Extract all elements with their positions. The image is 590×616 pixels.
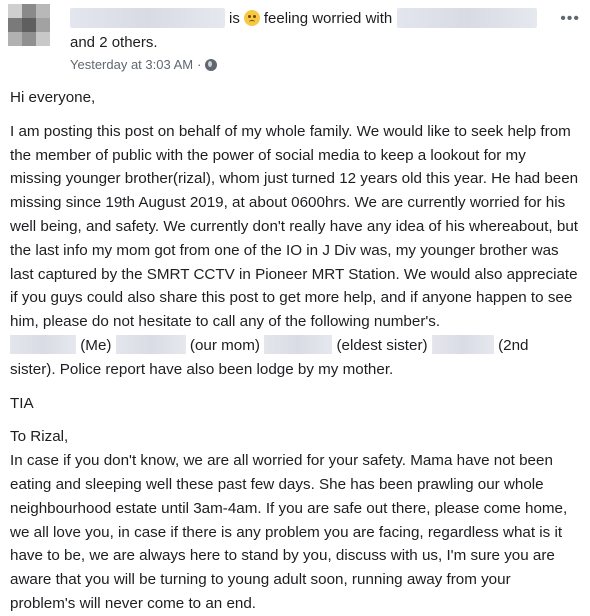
tagged-others[interactable]: and 2 others.	[70, 34, 158, 51]
phone-redacted	[115, 334, 186, 354]
post-meta: Yesterday at 3:03 AM ·	[70, 57, 218, 72]
post-body: Hi everyone, I am posting this post on b…	[10, 86, 580, 616]
worried-face-emoji-icon	[243, 10, 260, 26]
feeling-text: feeling worried with	[263, 9, 393, 27]
phone-redacted	[264, 334, 333, 354]
separator: ·	[197, 57, 202, 72]
avatar[interactable]	[8, 4, 50, 46]
author-name-redacted[interactable]	[70, 8, 225, 28]
contact-eldest-sister: (eldest sister)	[336, 336, 428, 354]
contact-mom: (our mom)	[189, 336, 260, 354]
greeting: Hi everyone,	[10, 89, 96, 106]
tia: TIA	[10, 394, 34, 412]
contacts-tail: sister). Police report have also been lo…	[10, 360, 394, 378]
more-options-icon[interactable]: •••	[560, 10, 580, 28]
phone-redacted	[431, 334, 494, 354]
contact-me: (Me)	[80, 336, 112, 354]
post-header: is feeling worried with	[70, 6, 538, 30]
phone-redacted	[10, 334, 76, 354]
status-prefix: is	[229, 9, 240, 27]
globe-icon[interactable]	[205, 58, 218, 71]
to-rizal: To Rizal,	[10, 428, 69, 446]
paragraph-2: In case if you don't know, we are all wo…	[10, 452, 568, 612]
contact-second-sister: (2nd	[498, 336, 529, 354]
paragraph-1: I am posting this post on behalf of my w…	[10, 122, 579, 331]
contact-line: (Me) (our mom) (eldest sister) (2nd	[10, 334, 580, 358]
timestamp[interactable]: Yesterday at 3:03 AM	[70, 57, 193, 72]
tagged-name-redacted[interactable]	[397, 8, 538, 28]
